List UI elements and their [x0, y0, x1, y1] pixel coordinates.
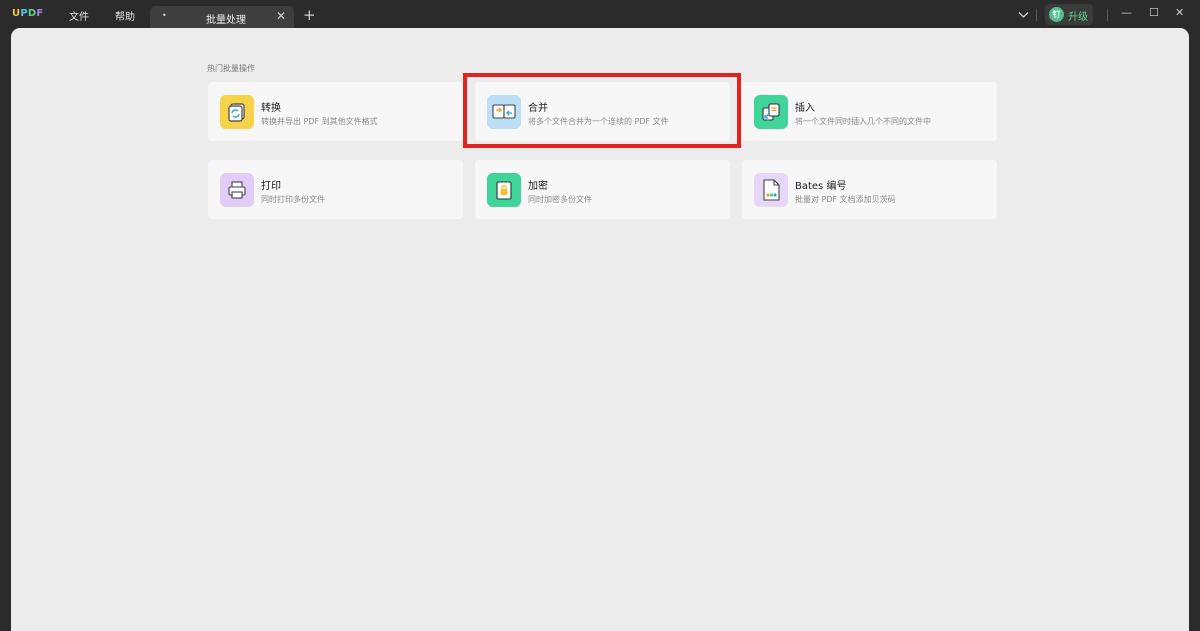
- card-merge[interactable]: 合并 将多个文件合并为一个连续的 PDF 文件: [475, 82, 730, 141]
- tab-dot-icon: •: [162, 11, 167, 20]
- insert-icon: [754, 95, 788, 129]
- card-description: 将多个文件合并为一个连续的 PDF 文件: [528, 117, 669, 126]
- bates-icon: [754, 173, 788, 207]
- tab-batch-processing[interactable]: • 批量处理 ✕: [150, 6, 294, 28]
- close-tab-icon[interactable]: ✕: [276, 9, 286, 23]
- merge-icon: [487, 95, 521, 129]
- card-title: 插入: [795, 103, 815, 114]
- menu-file[interactable]: 文件: [69, 8, 89, 23]
- card-description: 同时加密多份文件: [528, 195, 592, 204]
- convert-icon: [220, 95, 254, 129]
- main-panel: 热门批量操作 转换 转换并导出 PDF 到其他文件格式 合并 将多个文件合并为一…: [11, 28, 1189, 631]
- card-title: 打印: [261, 181, 281, 192]
- menu-help[interactable]: 帮助: [115, 8, 135, 23]
- card-print[interactable]: 打印 同时打印多份文件: [208, 160, 463, 219]
- card-description: 批量对 PDF 文档添加贝茨码: [795, 195, 896, 204]
- tab-label: 批量处理: [206, 15, 246, 26]
- separator: [1107, 9, 1108, 21]
- chevron-down-icon[interactable]: [1018, 8, 1029, 22]
- card-title: 转换: [261, 103, 281, 114]
- minimize-icon[interactable]: —: [1121, 6, 1132, 19]
- section-title: 热门批量操作: [207, 64, 255, 73]
- upgrade-button[interactable]: 钉 升级: [1045, 4, 1093, 25]
- card-description: 转换并导出 PDF 到其他文件格式: [261, 117, 378, 126]
- card-title: 合并: [528, 103, 548, 114]
- card-title: 加密: [528, 181, 548, 192]
- card-title: Bates 编号: [795, 181, 847, 192]
- maximize-icon[interactable]: ☐: [1149, 6, 1159, 19]
- title-bar: UPDF 文件 帮助 • 批量处理 ✕ + 钉 升级 — ☐ ✕: [0, 0, 1200, 30]
- upgrade-label: 升级: [1068, 12, 1088, 23]
- print-icon: [220, 173, 254, 207]
- upgrade-badge-icon: 钉: [1049, 7, 1064, 22]
- card-bates[interactable]: Bates 编号 批量对 PDF 文档添加贝茨码: [742, 160, 997, 219]
- card-description: 同时打印多份文件: [261, 195, 325, 204]
- card-description: 将一个文件同时插入几个不同的文件中: [795, 117, 931, 126]
- card-encrypt[interactable]: 加密 同时加密多份文件: [475, 160, 730, 219]
- updf-logo: UPDF: [12, 8, 44, 19]
- card-insert[interactable]: 插入 将一个文件同时插入几个不同的文件中: [742, 82, 997, 141]
- card-convert[interactable]: 转换 转换并导出 PDF 到其他文件格式: [208, 82, 463, 141]
- separator: [1036, 9, 1037, 21]
- close-window-icon[interactable]: ✕: [1175, 6, 1184, 19]
- add-tab-icon[interactable]: +: [303, 6, 316, 24]
- lock-icon: [487, 173, 521, 207]
